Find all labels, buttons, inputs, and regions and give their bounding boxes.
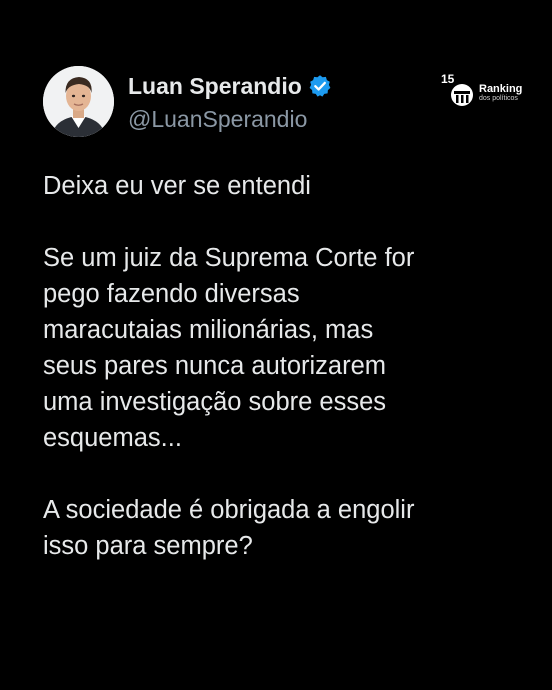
tweet-paragraph: Se um juiz da Suprema Corte for pego faz… (43, 244, 415, 452)
user-handle[interactable]: @LuanSperandio (128, 105, 307, 133)
verified-badge-icon (308, 74, 332, 98)
tweet-text: Deixa eu ver se entendi Se um juiz da Su… (43, 168, 523, 564)
ranking-logo-icon: 15 (441, 72, 473, 106)
avatar[interactable] (43, 66, 114, 137)
tweet-paragraph: A sociedade é obrigada a engolir isso pa… (43, 496, 415, 560)
display-name[interactable]: Luan Sperandio (128, 72, 302, 100)
name-row: Luan Sperandio (128, 72, 332, 100)
tweet-paragraph: Deixa eu ver se entendi (43, 172, 311, 200)
watermark-subtitle: dos políticos (479, 95, 518, 102)
ranking-watermark: 15 Ranking dos políticos (439, 71, 529, 111)
svg-text:15: 15 (441, 72, 455, 86)
avatar-image (43, 66, 114, 137)
watermark-title: Ranking (479, 83, 523, 95)
